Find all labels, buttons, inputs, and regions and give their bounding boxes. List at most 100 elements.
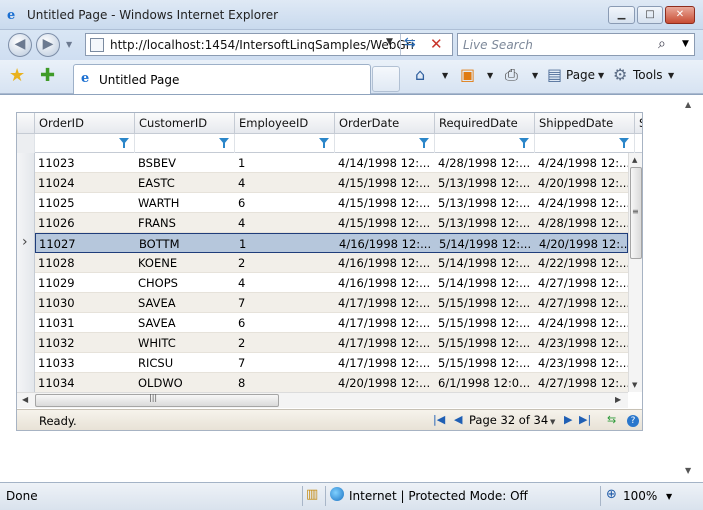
maximize-button[interactable]: □ bbox=[637, 6, 663, 24]
page-scrollbar[interactable]: ▲ ▼ bbox=[681, 96, 698, 480]
table-cell[interactable]: 4/28/1998 12:... bbox=[438, 156, 534, 170]
table-row[interactable]: 11025 WARTH 6 4/15/1998 12:... 5/13/1998 12:… bbox=[35, 193, 628, 213]
page-menu-label[interactable]: Page bbox=[566, 68, 595, 82]
filter-funnel-icon[interactable] bbox=[619, 138, 629, 148]
table-cell[interactable]: 5/13/1998 12:... bbox=[438, 196, 534, 210]
print-dropdown-icon[interactable]: ▼ bbox=[532, 71, 538, 80]
address-bar[interactable]: http://localhost:1454/IntersoftLinqSampl… bbox=[85, 33, 453, 56]
grid-refresh-icon[interactable]: ⇆ bbox=[607, 413, 616, 426]
table-cell[interactable]: OLDWO bbox=[138, 376, 234, 390]
table-cell[interactable]: 4 bbox=[238, 276, 334, 290]
table-cell[interactable]: KOENE bbox=[138, 256, 234, 270]
table-cell[interactable]: 4 bbox=[238, 176, 334, 190]
table-cell[interactable]: 8 bbox=[238, 376, 334, 390]
table-cell[interactable]: 4/20/1998 12:... bbox=[538, 176, 628, 190]
grid-scroll-right-icon[interactable]: ▶ bbox=[615, 395, 621, 404]
home-icon[interactable]: ⌂ bbox=[415, 65, 425, 84]
table-cell[interactable]: 4/27/1998 12:... bbox=[538, 376, 628, 390]
table-row[interactable]: 11028 KOENE 2 4/16/1998 12:... 5/14/1998 12:… bbox=[35, 253, 628, 273]
filter-cell-orderdate[interactable] bbox=[335, 134, 435, 153]
table-cell[interactable]: 11031 bbox=[38, 316, 134, 330]
page-scroll-down-icon[interactable]: ▼ bbox=[685, 466, 691, 475]
table-cell[interactable]: 4/23/1998 12:... bbox=[538, 336, 628, 350]
zoom-icon[interactable]: ⊕ bbox=[606, 487, 617, 502]
print-icon[interactable]: ⎙ bbox=[505, 65, 518, 85]
search-icon[interactable]: ⌕ bbox=[658, 36, 666, 52]
add-favorite-icon[interactable]: ✚ bbox=[40, 65, 55, 86]
table-cell[interactable]: 4/17/1998 12:... bbox=[338, 356, 434, 370]
zoom-level[interactable]: 100% bbox=[623, 489, 657, 503]
table-cell[interactable]: 11033 bbox=[38, 356, 134, 370]
table-cell[interactable]: RICSU bbox=[138, 356, 234, 370]
feeds-dropdown-icon[interactable]: ▼ bbox=[487, 71, 493, 80]
table-cell[interactable]: 4/28/1998 12:... bbox=[538, 216, 628, 230]
table-cell[interactable]: 2 bbox=[238, 256, 334, 270]
filter-cell-requireddate[interactable] bbox=[435, 134, 535, 153]
table-cell[interactable]: 4/17/1998 12:... bbox=[338, 336, 434, 350]
table-cell[interactable]: 4/16/1998 12:... bbox=[338, 256, 434, 270]
table-cell[interactable]: 4/20/1998 12:... bbox=[338, 376, 434, 390]
next-page-icon[interactable]: ▶ bbox=[564, 413, 572, 426]
tab-untitled-page[interactable]: e Untitled Page bbox=[73, 64, 371, 94]
first-page-icon[interactable]: |◀ bbox=[433, 413, 445, 426]
filter-cell-orderid[interactable] bbox=[35, 134, 135, 153]
search-box[interactable]: Live Search ⌕ ▼ bbox=[457, 33, 695, 56]
column-header-employeeid[interactable]: EmployeeID bbox=[235, 113, 335, 134]
table-cell[interactable]: 4/24/1998 12:... bbox=[538, 156, 628, 170]
table-cell[interactable]: 5/14/1998 12:... bbox=[438, 256, 534, 270]
stop-icon[interactable]: ✕ bbox=[430, 35, 443, 53]
table-cell[interactable]: 4/27/1998 12:... bbox=[538, 296, 628, 310]
tools-gear-icon[interactable]: ⚙ bbox=[613, 65, 627, 84]
table-cell[interactable]: 4/17/1998 12:... bbox=[338, 296, 434, 310]
table-cell[interactable]: 1 bbox=[238, 156, 334, 170]
table-cell[interactable]: 7 bbox=[238, 356, 334, 370]
table-cell[interactable]: 11023 bbox=[38, 156, 134, 170]
address-dropdown-icon[interactable]: ▼ bbox=[386, 37, 393, 47]
table-cell[interactable]: 6/1/1998 12:0... bbox=[438, 376, 534, 390]
table-row[interactable]: 11026 FRANS 4 4/15/1998 12:... 5/13/1998 12:… bbox=[35, 213, 628, 233]
table-cell[interactable]: 11026 bbox=[38, 216, 134, 230]
page-menu-dropdown-icon[interactable]: ▼ bbox=[598, 71, 604, 80]
table-cell[interactable]: 4/24/1998 12:... bbox=[538, 196, 628, 210]
filter-funnel-icon[interactable] bbox=[219, 138, 229, 148]
table-cell[interactable]: 5/14/1998 12:... bbox=[439, 237, 535, 251]
table-cell[interactable]: 11028 bbox=[38, 256, 134, 270]
pager-label[interactable]: Page 32 of 34 bbox=[469, 413, 548, 427]
table-row[interactable]: 11029 CHOPS 4 4/16/1998 12:... 5/14/1998 12:… bbox=[35, 273, 628, 293]
table-cell[interactable]: 5/15/1998 12:... bbox=[438, 316, 534, 330]
table-cell[interactable]: 4 bbox=[238, 216, 334, 230]
refresh-icon[interactable]: ⇆ bbox=[404, 35, 416, 51]
table-cell[interactable]: 11025 bbox=[38, 196, 134, 210]
table-cell[interactable]: BSBEV bbox=[138, 156, 234, 170]
tools-dropdown-icon[interactable]: ▼ bbox=[668, 71, 674, 80]
table-row[interactable]: 11024 EASTC 4 4/15/1998 12:... 5/13/1998 12:… bbox=[35, 173, 628, 193]
table-cell[interactable]: 4/20/1998 12:... bbox=[539, 237, 629, 251]
minimize-button[interactable]: ▁ bbox=[608, 6, 635, 24]
filter-funnel-icon[interactable] bbox=[119, 138, 129, 148]
table-row[interactable]: 11030 SAVEA 7 4/17/1998 12:... 5/15/1998 12:… bbox=[35, 293, 628, 313]
table-row[interactable]: 11027 BOTTM 1 4/16/1998 12:... 5/14/1998 12:… bbox=[35, 233, 629, 253]
security-zone-text[interactable]: Internet | Protected Mode: Off bbox=[349, 489, 528, 503]
security-warning-icon[interactable]: ▥ bbox=[306, 487, 318, 502]
table-cell[interactable]: 4/16/1998 12:... bbox=[338, 276, 434, 290]
zoom-dropdown-icon[interactable]: ▼ bbox=[666, 492, 672, 501]
table-cell[interactable]: WARTH bbox=[138, 196, 234, 210]
grid-scroll-left-icon[interactable]: ◀ bbox=[22, 395, 28, 404]
column-header-orderid[interactable]: OrderID bbox=[35, 113, 135, 134]
table-row[interactable]: 11034 OLDWO 8 4/20/1998 12:... 6/1/1998 12:0… bbox=[35, 373, 628, 393]
table-cell[interactable]: BOTTM bbox=[139, 237, 235, 251]
history-dropdown-icon[interactable]: ▼ bbox=[66, 40, 72, 49]
table-cell[interactable]: 5/13/1998 12:... bbox=[438, 216, 534, 230]
search-input[interactable]: Live Search bbox=[463, 38, 533, 52]
feeds-icon[interactable]: ▣ bbox=[460, 65, 475, 84]
search-options-dropdown-icon[interactable]: ▼ bbox=[682, 39, 689, 49]
table-cell[interactable]: 4/27/1998 12:... bbox=[538, 276, 628, 290]
address-url[interactable]: http://localhost:1454/IntersoftLinqSampl… bbox=[110, 38, 414, 52]
close-button[interactable]: ✕ bbox=[665, 6, 695, 24]
table-cell[interactable]: 4/24/1998 12:... bbox=[538, 316, 628, 330]
table-cell[interactable]: FRANS bbox=[138, 216, 234, 230]
table-cell[interactable]: 4/22/1998 12:... bbox=[538, 256, 628, 270]
table-cell[interactable]: WHITC bbox=[138, 336, 234, 350]
table-cell[interactable]: 4/17/1998 12:... bbox=[338, 316, 434, 330]
filter-cell-shippeddate[interactable] bbox=[535, 134, 635, 153]
